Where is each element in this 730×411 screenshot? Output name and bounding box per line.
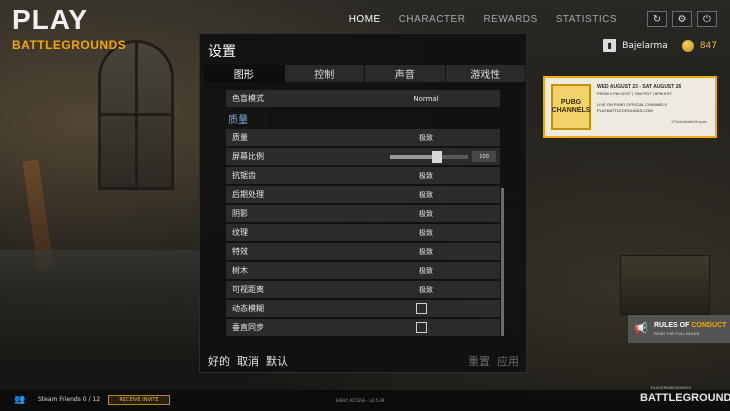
- footer-actions-left: 好的 取消 默认: [208, 353, 288, 369]
- setting-row-motion-blur[interactable]: 动态模糊: [226, 300, 500, 317]
- setting-label: 屏幕比例: [232, 152, 264, 161]
- slider-value-input[interactable]: 100: [472, 151, 496, 162]
- settings-content: 色盲模式 Normal 质量 质量 极致 屏幕比例 100 抗锯齿 极致 后期处…: [226, 89, 508, 369]
- setting-row-view-distance[interactable]: 可视距离 极致: [226, 281, 500, 298]
- rules-title-b: CONDUCT: [691, 322, 727, 329]
- setting-value[interactable]: 极致: [419, 228, 433, 238]
- coin-balance: 847: [699, 40, 717, 51]
- setting-label: 纹理: [232, 228, 248, 237]
- section-quality: 质量: [228, 115, 248, 126]
- receive-invite-button[interactable]: RECEIVE INVITE: [108, 395, 170, 405]
- settings-panel: 设置 图形 控制 声音 游戏性 色盲模式 Normal 质量 质量 极致 屏幕比…: [199, 33, 527, 373]
- setting-value[interactable]: 极致: [419, 266, 433, 276]
- setting-row-colorblind[interactable]: 色盲模式 Normal: [226, 90, 500, 107]
- apply-button[interactable]: 应用: [497, 353, 519, 369]
- steam-friends-count[interactable]: Steam Friends 0 / 12: [38, 396, 100, 403]
- tab-graphics[interactable]: 图形: [204, 65, 285, 82]
- settings-tabs: 图形 控制 声音 游戏性: [204, 65, 526, 82]
- rules-subtitle: READ THE FULL RULES: [654, 331, 700, 336]
- power-icon[interactable]: ⏻: [697, 11, 717, 27]
- megaphone-icon: 📢: [634, 322, 648, 335]
- cancel-button[interactable]: 取消: [237, 353, 259, 369]
- setting-row-effects[interactable]: 特效 极致: [226, 243, 500, 260]
- banner-hashtag: #ThisIsBattleRoyale: [671, 119, 707, 124]
- friends-icon[interactable]: 👥: [14, 395, 26, 405]
- setting-row-quality[interactable]: 质量 极致: [226, 129, 500, 146]
- setting-label: 阴影: [232, 209, 248, 218]
- nav-statistics[interactable]: STATISTICS: [547, 12, 626, 27]
- setting-row-anti-aliasing[interactable]: 抗锯齿 极致: [226, 167, 500, 184]
- logo-play: PLAY: [12, 4, 89, 35]
- gear-icon[interactable]: ⚙: [672, 11, 692, 27]
- banner-logo: PUBG CHANNELS: [551, 84, 591, 130]
- screen-scale-slider[interactable]: [390, 151, 468, 163]
- nav-rewards[interactable]: REWARDS: [474, 12, 546, 27]
- reset-button[interactable]: 重置: [468, 353, 490, 369]
- setting-row-textures[interactable]: 纹理 极致: [226, 224, 500, 241]
- setting-row-shadows[interactable]: 阴影 极致: [226, 205, 500, 222]
- motion-blur-checkbox[interactable]: [416, 303, 427, 314]
- default-button[interactable]: 默认: [266, 353, 288, 369]
- slider-thumb[interactable]: [431, 151, 442, 163]
- rules-title: RULES OF CONDUCT: [654, 322, 726, 329]
- setting-value[interactable]: 极致: [419, 209, 433, 219]
- background-crate: [620, 255, 710, 315]
- setting-value[interactable]: 极致: [419, 247, 433, 257]
- setting-value[interactable]: 极致: [419, 285, 433, 295]
- background-window: [98, 40, 174, 190]
- window-controls: ↻ ⚙ ⏻: [647, 11, 717, 27]
- setting-row-screen-scale[interactable]: 屏幕比例 100: [226, 148, 500, 165]
- settings-title: 设置: [208, 44, 236, 60]
- version-label: EARLY ACCESS - v2.5.39: [336, 398, 385, 403]
- setting-label: 垂直同步: [232, 323, 264, 332]
- setting-value[interactable]: 极致: [419, 190, 433, 200]
- setting-value[interactable]: 极致: [419, 171, 433, 181]
- banner-text: WED AUGUST 23 - SAT AUGUST 26 FROM 4 PM …: [597, 84, 707, 130]
- twitch-icon[interactable]: ▮: [603, 39, 617, 52]
- username: Bajelarma: [622, 40, 668, 51]
- banner-date: WED AUGUST 23 - SAT AUGUST 26: [597, 84, 682, 90]
- background-crates: [0, 250, 200, 360]
- footer-actions-right: 重置 应用: [468, 353, 519, 369]
- banner-time: FROM 4 PM CEST | 7AM PDT | 8PM KST: [597, 91, 672, 96]
- setting-label: 后期处理: [232, 190, 264, 199]
- setting-label: 抗锯齿: [232, 171, 256, 180]
- tab-gameplay[interactable]: 游戏性: [445, 65, 526, 82]
- setting-value[interactable]: Normal: [413, 95, 438, 103]
- refresh-icon[interactable]: ↻: [647, 11, 667, 27]
- ok-button[interactable]: 好的: [208, 353, 230, 369]
- nav-home[interactable]: HOME: [340, 12, 390, 27]
- setting-row-post-processing[interactable]: 后期处理 极致: [226, 186, 500, 203]
- slider-fill: [390, 155, 437, 159]
- setting-row-vsync[interactable]: 垂直同步: [226, 319, 500, 336]
- banner-live: LIVE ON PUBG OFFICIAL CHANNELS: [597, 102, 668, 107]
- tab-sound[interactable]: 声音: [365, 65, 446, 82]
- rules-of-conduct-button[interactable]: 📢 RULES OF CONDUCT READ THE FULL RULES: [628, 315, 730, 343]
- setting-label: 质量: [232, 133, 248, 142]
- setting-label: 特效: [232, 247, 248, 256]
- top-nav: HOME CHARACTER REWARDS STATISTICS: [340, 12, 626, 27]
- bottom-logo: BATTLEGROUNDS: [640, 392, 730, 404]
- setting-label: 可视距离: [232, 285, 264, 294]
- vsync-checkbox[interactable]: [416, 322, 427, 333]
- setting-label: 动态模糊: [232, 304, 264, 313]
- coin-icon: [681, 39, 694, 52]
- user-info: ▮ Bajelarma 847: [603, 39, 717, 52]
- setting-row-foliage[interactable]: 树木 极致: [226, 262, 500, 279]
- setting-label: 树木: [232, 266, 248, 275]
- tab-controls[interactable]: 控制: [284, 65, 365, 82]
- settings-scrollbar[interactable]: [501, 188, 504, 336]
- logo-battlegrounds: BATTLEGROUNDS: [12, 38, 127, 52]
- bottom-logo-top: PLAYERUNKNOWN'S: [651, 385, 692, 390]
- banner-url: PLAYBATTLEGROUNDS.COM: [597, 108, 653, 113]
- rules-text: RULES OF CONDUCT READ THE FULL RULES: [654, 322, 726, 336]
- setting-value[interactable]: 极致: [419, 133, 433, 143]
- rules-title-a: RULES OF: [654, 322, 692, 329]
- bottom-bar: 👥 Steam Friends 0 / 12 RECEIVE INVITE EA…: [0, 390, 730, 411]
- event-banner[interactable]: PUBG CHANNELS WED AUGUST 23 - SAT AUGUST…: [543, 76, 717, 138]
- setting-label: 色盲模式: [232, 94, 264, 103]
- nav-character[interactable]: CHARACTER: [390, 12, 475, 27]
